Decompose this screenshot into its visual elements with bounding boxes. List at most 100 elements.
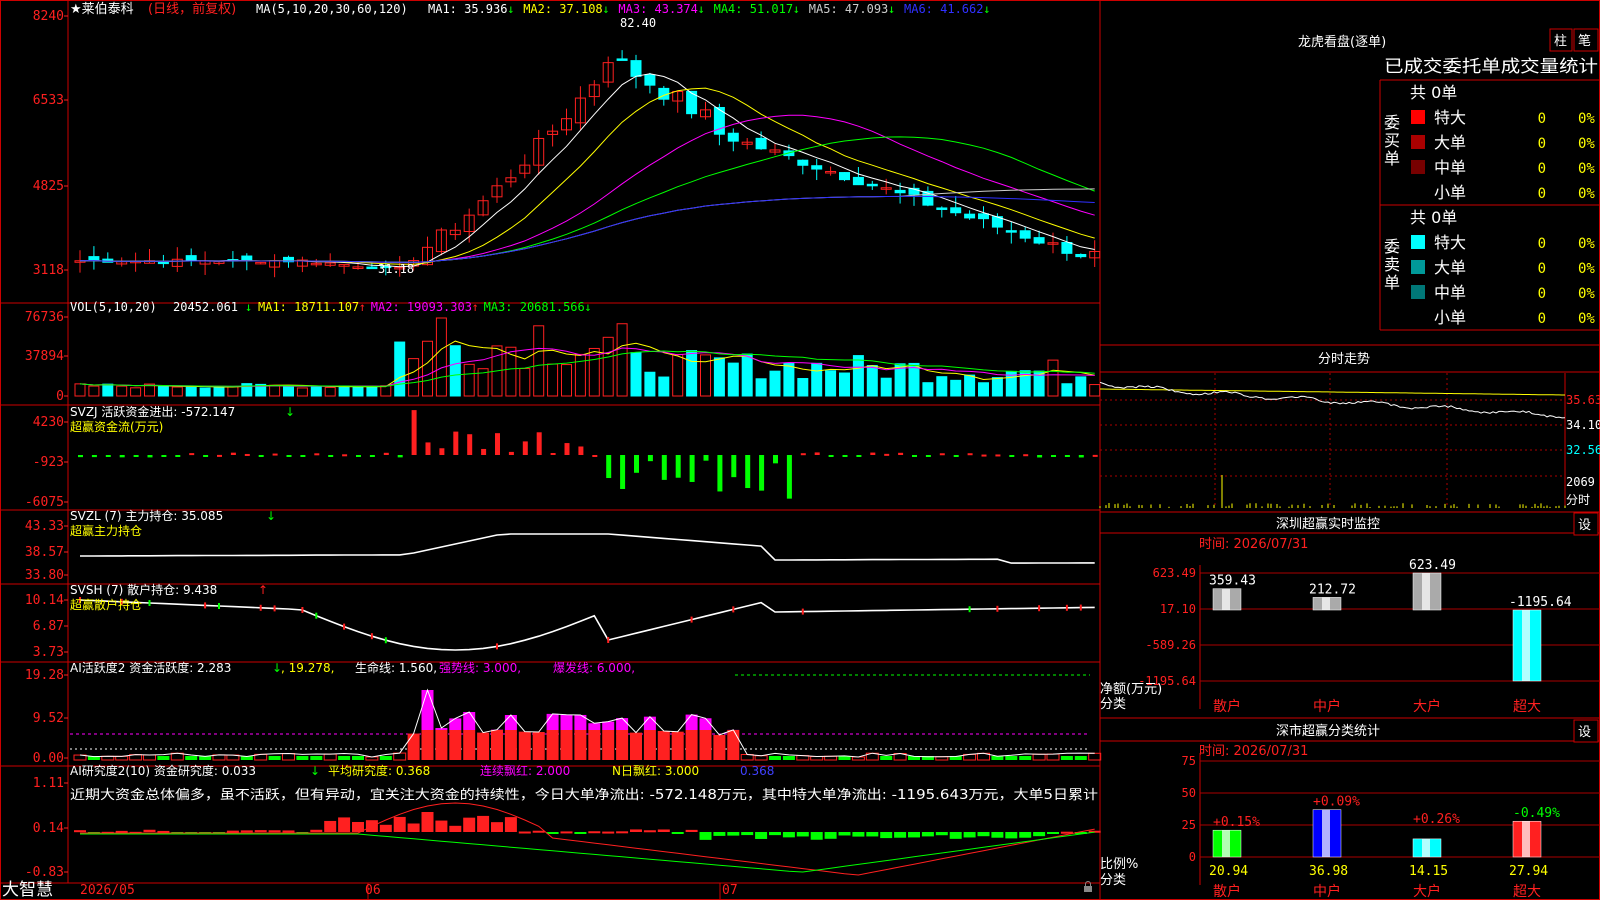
fund-flow-bar: [161, 455, 167, 457]
ma-params: MA(5,10,20,30,60,120): [256, 2, 408, 16]
svsh-arrow: ↑: [258, 583, 268, 597]
volume-bar: [533, 325, 545, 397]
y-tick-label: 19.28: [25, 668, 64, 683]
svzj-panel[interactable]: 4230 -923 -6075: [25, 410, 1098, 510]
active-bar-magenta: [643, 716, 656, 730]
volume-bar: [130, 387, 142, 397]
vol-ma-legend: MA1: 18711.107 ↑ MA2: 19093.303 ↑ MA3: 20681…: [258, 300, 592, 314]
y-tick-label: 38.57: [25, 545, 64, 560]
active-bar-green: [338, 756, 351, 760]
fund-flow-bar: [870, 452, 876, 455]
tick-mark: [690, 616, 693, 623]
detail-toggle-button[interactable]: 笔: [1573, 28, 1599, 52]
volume-bar: [269, 384, 281, 397]
kline-panel[interactable]: 8240 6533 4825 3118: [33, 9, 1101, 278]
active-bar-magenta: [602, 721, 615, 730]
research-bar: [282, 830, 295, 833]
research-bar: [894, 832, 907, 838]
vertical-label-char: 单: [1384, 273, 1400, 292]
fund-flow-bar: [745, 455, 751, 489]
candle-body: [797, 159, 809, 166]
research-bar: [643, 830, 656, 833]
active-bar-red: [643, 730, 656, 760]
active-bar-magenta: [449, 718, 462, 730]
chart-canvas[interactable]: 8240 6533 4825 3118 76736 37894 0 4230 -923 -60…: [0, 0, 1600, 900]
minute-chart[interactable]: 35.63 34.10 32.56 2069 分时: [1099, 373, 1600, 508]
fund-flow-bar: [105, 455, 111, 457]
y-tick-label: 0.00: [33, 751, 64, 766]
research-bar: [769, 832, 781, 836]
candle-body: [1061, 241, 1073, 254]
active-bar-green: [310, 756, 323, 760]
volume-bar: [296, 387, 308, 397]
fund-flow-bar: [272, 453, 278, 456]
candle-body: [978, 213, 989, 220]
tick-mark: [370, 633, 373, 640]
value-bar-highlight: [1422, 838, 1430, 857]
fund-flow-bar: [898, 452, 904, 455]
research-bar: [1005, 832, 1018, 839]
ma-legend-item: MA2: 37.108: [523, 2, 602, 16]
realtime-time: 时间: 2026/07/31: [1199, 537, 1308, 552]
active-bar-outline: [754, 755, 768, 761]
ma-legend-item: MA5: 47.093: [809, 2, 888, 16]
research-bar: [935, 832, 948, 836]
volume-bar: [658, 376, 670, 397]
research-bar: [504, 817, 517, 832]
fund-flow-bar: [620, 455, 626, 489]
bar-toggle-button[interactable]: 柱: [1549, 28, 1573, 52]
fund-flow-bar: [828, 455, 834, 457]
fund-flow-bar: [1051, 455, 1056, 457]
tick-mark: [1079, 604, 1082, 611]
bar-y-tick: 17.10: [1160, 602, 1196, 616]
svzl-panel[interactable]: 43.33 38.57 33.80: [25, 519, 1095, 583]
vol-value: 20452.061: [173, 300, 238, 314]
dragon-row-pct: 0%: [1578, 261, 1595, 277]
active-bar-red: [449, 730, 462, 760]
fund-flow-bar: [369, 455, 375, 457]
svsh-panel[interactable]: 10.14 6.87 3.73: [25, 593, 1095, 660]
volume-bar: [324, 386, 336, 397]
xaxis-label-may: 2026/05: [80, 883, 135, 898]
realtime-settings-label: 设: [1578, 518, 1591, 533]
volume-bar: [880, 377, 892, 397]
active-bar-green: [769, 756, 781, 760]
volume-bar: [338, 385, 350, 397]
active-bar-magenta: [546, 713, 559, 730]
candle-body: [185, 255, 197, 261]
fund-flow-bar: [342, 454, 348, 457]
dragon-row-pct: 0%: [1578, 136, 1595, 152]
research-bar: [407, 823, 420, 832]
dragon-row-pct: 0%: [1578, 311, 1595, 327]
fund-flow-bar: [119, 455, 125, 458]
tick-mark: [204, 602, 207, 609]
research-bar: [560, 831, 573, 834]
fund-flow-bar: [175, 455, 181, 457]
classify-settings-button[interactable]: 设: [1573, 719, 1599, 743]
realtime-settings-button[interactable]: 设: [1573, 512, 1599, 536]
ai-active-panel[interactable]: 19.28 9.52 0.00: [25, 668, 1102, 766]
volume-bar: [741, 353, 753, 397]
fund-flow-bar: [383, 452, 389, 455]
dragon-swatch: [1411, 110, 1425, 124]
active-bar-outline: [393, 752, 407, 761]
active-bar-green: [296, 756, 309, 760]
ma-legend-item: MA1: 35.936: [428, 2, 507, 16]
bar-y-tick: 623.49: [1153, 566, 1196, 580]
fund-flow-bar: [675, 455, 681, 478]
ai-active-title: AI活跃度2 资金活跃度: 2.283: [70, 660, 231, 675]
active-bar-green: [1005, 756, 1018, 760]
volume-panel[interactable]: 76736 37894 0: [25, 310, 1101, 404]
classify-settings-label: 设: [1578, 725, 1591, 740]
y-tick-label: 6.87: [33, 619, 64, 634]
dragon-swatch: [1411, 235, 1425, 249]
active-bar-green: [782, 756, 795, 760]
fund-flow-bar: [217, 454, 222, 457]
classify-title: 深市超赢分类统计: [1276, 723, 1380, 739]
fund-flow-bar: [1023, 454, 1029, 457]
fund-flow-bar: [1092, 454, 1098, 457]
active-bar-green: [379, 756, 392, 760]
active-bar-green: [1019, 756, 1032, 760]
dragon-total: 共 0单: [1410, 83, 1457, 102]
active-bar-outline: [1032, 753, 1046, 761]
